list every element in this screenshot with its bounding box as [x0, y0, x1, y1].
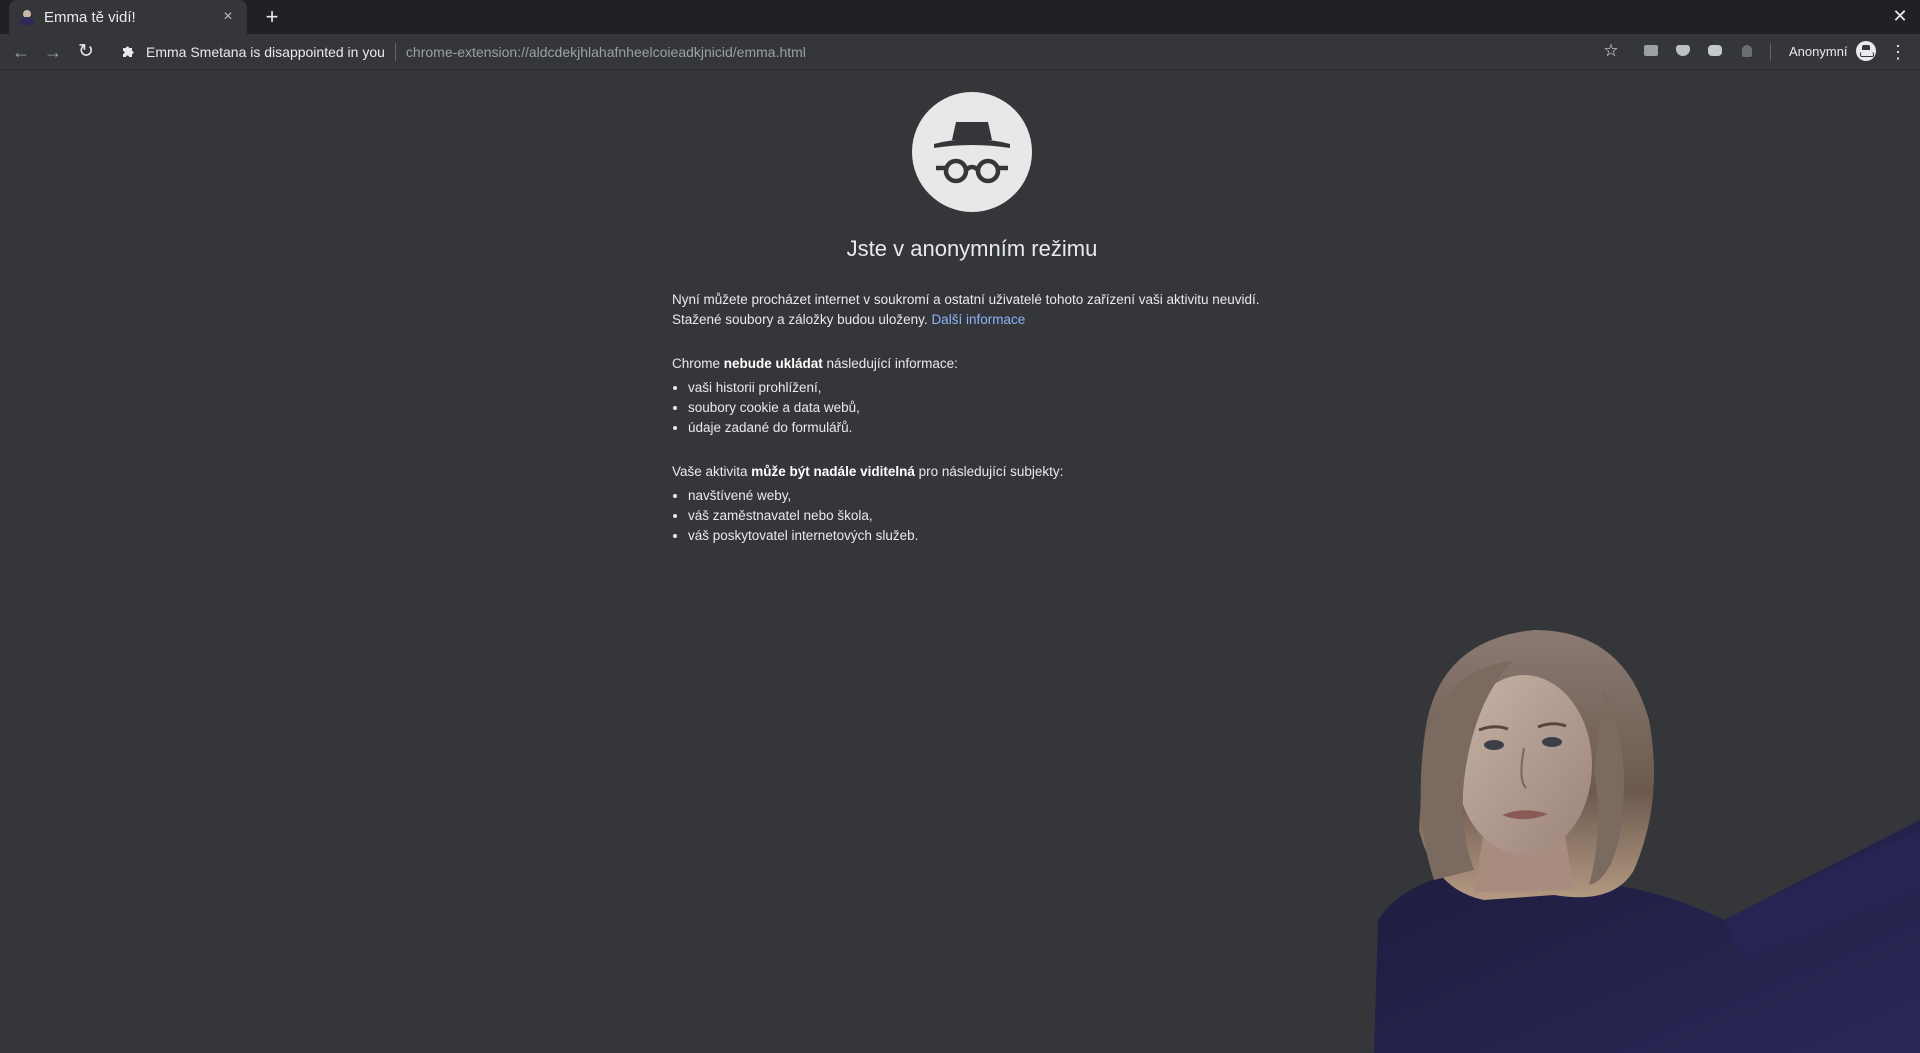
profile-label[interactable]: Anonymní: [1789, 44, 1848, 59]
list-item: vaši historii prohlížení,: [688, 378, 1272, 398]
extension-icon[interactable]: [1642, 43, 1660, 59]
reload-button[interactable]: ↻: [72, 38, 100, 66]
list-item: navštívené weby,: [688, 486, 1272, 506]
not-saved-list: vaši historii prohlížení, soubory cookie…: [672, 378, 1272, 438]
not-saved-section: Chrome nebude ukládat následující inform…: [672, 354, 1272, 438]
incognito-icon: [912, 92, 1032, 212]
visible-to-heading: Vaše aktivita může být nadále viditelná …: [672, 462, 1272, 482]
page-content: Jste v anonymním režimu Nyní můžete proc…: [0, 70, 1920, 1053]
tab-emma[interactable]: Emma tě vidí! ×: [9, 0, 247, 34]
chat-extension-icon[interactable]: [1706, 43, 1724, 59]
address-bar[interactable]: Emma Smetana is disappointed in you chro…: [108, 37, 1636, 67]
person-extension-icon[interactable]: [1738, 43, 1756, 59]
url-text[interactable]: chrome-extension://aldcdekjhlahafnheelco…: [406, 44, 806, 60]
tab-close-icon[interactable]: ×: [219, 8, 237, 26]
list-item: váš poskytovatel internetových služeb.: [688, 526, 1272, 546]
address-separator: [394, 43, 396, 61]
tab-strip: Emma tě vidí! × + ✕: [0, 0, 1920, 34]
visible-to-strong: může být nadále viditelná: [751, 464, 915, 479]
tab-favicon-icon: [19, 9, 35, 25]
incognito-avatar-icon[interactable]: [1856, 41, 1876, 61]
window-close-button[interactable]: ✕: [1888, 4, 1912, 28]
toolbar-divider: [1770, 43, 1771, 61]
woman-photo: [1374, 630, 1920, 1053]
intro-paragraph: Nyní můžete procházet internet v soukrom…: [672, 290, 1272, 330]
forward-button[interactable]: →: [39, 38, 67, 66]
tab-title: Emma tě vidí!: [44, 8, 136, 26]
page-origin-label: Emma Smetana is disappointed in you: [146, 44, 385, 60]
not-saved-heading: Chrome nebude ukládat následující inform…: [672, 354, 1272, 374]
new-tab-button[interactable]: +: [260, 5, 284, 29]
bookmark-star-icon[interactable]: ☆: [1600, 40, 1622, 62]
visible-to-suffix: pro následující subjekty:: [914, 464, 1064, 479]
page-title: Jste v anonymním režimu: [846, 236, 1098, 261]
visible-to-prefix: Vaše aktivita: [672, 464, 752, 479]
shield-extension-icon[interactable]: [1674, 43, 1692, 59]
visible-to-list: navštívené weby, váš zaměstnavatel nebo …: [672, 486, 1272, 546]
menu-button[interactable]: ⋮: [1886, 39, 1910, 65]
list-item: údaje zadané do formulářů.: [688, 418, 1272, 438]
list-item: váš zaměstnavatel nebo škola,: [688, 506, 1272, 526]
toolbar: ← → ↻ Emma Smetana is disappointed in yo…: [0, 34, 1920, 70]
list-item: soubory cookie a data webů,: [688, 398, 1272, 418]
back-button[interactable]: ←: [7, 38, 35, 66]
learn-more-link[interactable]: Další informace: [931, 312, 1025, 327]
not-saved-suffix: následující informace:: [822, 356, 958, 371]
not-saved-strong: nebude ukládat: [723, 356, 823, 371]
puzzle-icon: [120, 44, 136, 60]
visible-to-section: Vaše aktivita může být nadále viditelná …: [672, 462, 1272, 546]
not-saved-prefix: Chrome: [672, 356, 724, 371]
